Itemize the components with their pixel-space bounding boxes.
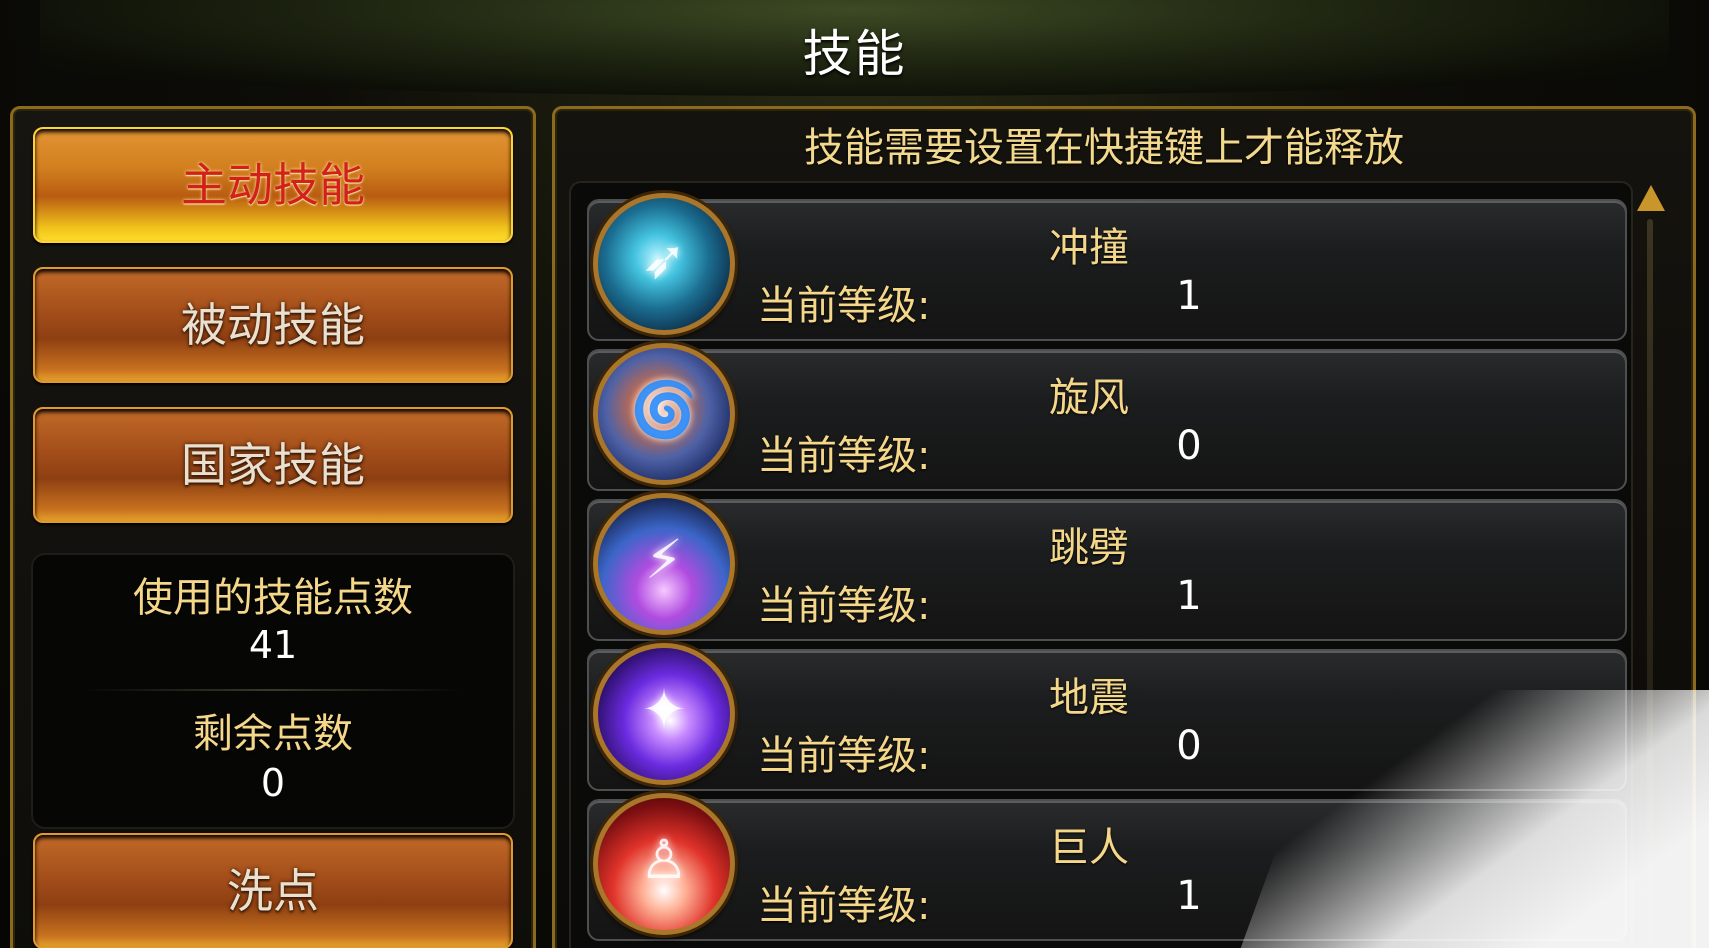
giant-skill-icon: ♙ [593,793,735,935]
dash-skill-icon: ➶ [593,193,735,335]
earthquake-skill-icon: ✦ [593,643,735,785]
skill-points-box: 使用的技能点数 41 剩余点数 0 [31,553,515,829]
level-label: 当前等级: [757,433,931,479]
reset-skills-button[interactable]: 洗点 [33,833,513,948]
level-label: 当前等级: [757,283,931,329]
skill-list[interactable]: ➶ 冲撞 当前等级: 1 🌀 旋风 当前等级: 0 ⚡ 跳劈 当前等级: 1 ✦… [569,181,1633,948]
used-points-label: 使用的技能点数 [133,575,413,621]
level-value: 1 [1176,573,1202,619]
whirlwind-skill-icon: 🌀 [593,343,735,485]
skill-category-panel: 主动技能 被动技能 国家技能 使用的技能点数 41 剩余点数 0 洗点 [10,106,536,948]
skill-row-dash[interactable]: ➶ 冲撞 当前等级: 1 [587,193,1627,341]
skill-window: 技能 主动技能 被动技能 国家技能 使用的技能点数 41 剩余点数 0 洗点 技… [0,0,1709,948]
level-value: 0 [1176,723,1202,769]
skill-name: 地震 [1049,675,1129,721]
remaining-points-value: 0 [260,761,286,805]
title-banner: 技能 [40,0,1669,96]
skill-row-giant[interactable]: ♙ 巨人 当前等级: 1 [587,793,1627,941]
scroll-up-arrow-icon[interactable] [1637,185,1665,211]
level-label: 当前等级: [757,883,931,929]
skill-name: 巨人 [1049,825,1129,871]
level-value: 1 [1176,273,1202,319]
skill-row-whirlwind[interactable]: 🌀 旋风 当前等级: 0 [587,343,1627,491]
tab-active-skills[interactable]: 主动技能 [33,127,513,243]
level-label: 当前等级: [757,733,931,779]
leap-strike-skill-icon: ⚡ [593,493,735,635]
tab-passive-skills[interactable]: 被动技能 [33,267,513,383]
used-points-value: 41 [248,623,298,667]
scrollbar-track[interactable] [1647,219,1653,948]
level-label: 当前等级: [757,583,931,629]
skill-name: 冲撞 [1049,225,1129,271]
skill-name: 跳劈 [1049,525,1129,571]
remaining-points-label: 剩余点数 [193,711,353,757]
skill-name: 旋风 [1049,375,1129,421]
skill-list-panel: 技能需要设置在快捷键上才能释放 ➶ 冲撞 当前等级: 1 🌀 旋风 当前等级: … [552,106,1696,948]
tab-nation-skills[interactable]: 国家技能 [33,407,513,523]
level-value: 1 [1176,873,1202,919]
stats-divider [83,689,463,691]
skill-row-earthquake[interactable]: ✦ 地震 当前等级: 0 [587,643,1627,791]
hotkey-hint: 技能需要设置在快捷键上才能释放 [804,125,1404,171]
window-title: 技能 [802,25,907,83]
skill-row-leap-strike[interactable]: ⚡ 跳劈 当前等级: 1 [587,493,1627,641]
level-value: 0 [1176,423,1202,469]
